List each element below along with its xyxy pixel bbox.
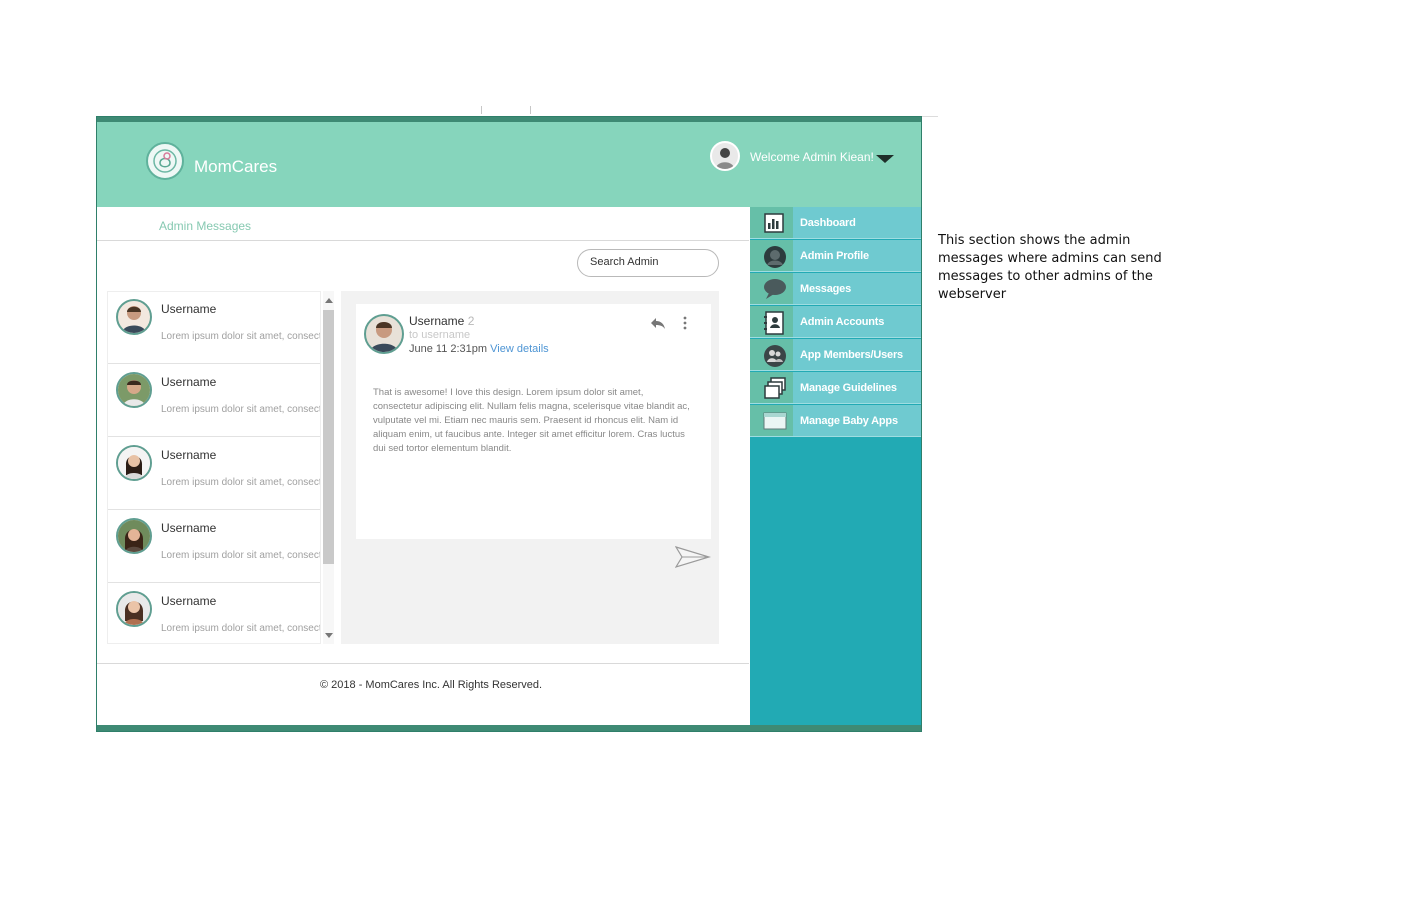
sidebar-label: Manage Guidelines <box>800 382 897 394</box>
contacts-icon <box>764 311 784 335</box>
reply-icon[interactable] <box>650 316 666 335</box>
username: Username <box>161 521 217 535</box>
sender-username: Username <box>409 314 465 328</box>
list-item[interactable]: Username Lorem ipsum dolor sit amet, con… <box>108 511 320 583</box>
side-icon-box <box>750 306 793 337</box>
list-scrollbar[interactable] <box>323 291 334 644</box>
momcares-logo-icon[interactable] <box>146 142 184 180</box>
avatar <box>116 445 152 481</box>
message-panel: Username 2 to username June 11 2:31pm Vi… <box>341 291 719 644</box>
sender-avatar <box>364 314 404 354</box>
username: Username <box>161 375 217 389</box>
sidebar-label: Dashboard <box>800 217 856 229</box>
avatar <box>116 299 152 335</box>
send-icon[interactable] <box>674 545 712 574</box>
avatar <box>116 372 152 408</box>
message-preview: Lorem ipsum dolor sit amet, consectetur <box>161 331 320 342</box>
username: Username <box>161 302 217 316</box>
sidebar-label: Admin Accounts <box>800 316 885 328</box>
side-icon-box <box>750 240 793 271</box>
message-preview: Lorem ipsum dolor sit amet, consectetur <box>161 623 320 634</box>
sidebar-label: App Members/Users <box>800 349 903 361</box>
pages-icon <box>764 377 786 399</box>
footer-text: © 2018 - MomCares Inc. All Rights Reserv… <box>320 679 543 691</box>
side-icon-box <box>750 405 793 436</box>
top-header: MomCares Welcome Admin Kiean! <box>97 117 921 207</box>
sidebar-item-manage-baby-apps[interactable]: Manage Baby Apps <box>750 405 921 437</box>
sidebar-label: Manage Baby Apps <box>800 415 898 427</box>
message-body: That is awesome! I love this design. Lor… <box>373 387 690 454</box>
main-content: Admin Messages Search Admin Username Lor… <box>97 207 749 725</box>
side-icon-box <box>750 207 793 238</box>
conversation-list: Username Lorem ipsum dolor sit amet, con… <box>107 291 321 644</box>
scroll-down-arrow-icon[interactable] <box>325 633 333 638</box>
message-preview: Lorem ipsum dolor sit amet, consectetur <box>161 404 320 415</box>
chevron-down-icon[interactable] <box>876 155 894 163</box>
brand-name[interactable]: MomCares <box>194 157 277 177</box>
avatar <box>116 518 152 554</box>
chat-bubble-icon <box>764 279 786 299</box>
list-item[interactable]: Username Lorem ipsum dolor sit amet, con… <box>108 438 320 510</box>
window-icon <box>763 412 787 430</box>
scroll-up-arrow-icon[interactable] <box>325 298 333 303</box>
view-details-link[interactable]: View details <box>490 343 549 355</box>
more-options-icon[interactable] <box>682 316 688 335</box>
recipient-text: to username <box>409 329 471 341</box>
message-date: June 11 2:31pm <box>409 343 488 355</box>
footer-divider <box>97 663 749 664</box>
sidebar: Dashboard Admin Profile Messages Admin A… <box>750 207 921 725</box>
sidebar-item-messages[interactable]: Messages <box>750 273 921 305</box>
sender-name: Username 2 <box>409 314 474 328</box>
tab-marks <box>481 106 531 114</box>
sidebar-item-manage-guidelines[interactable]: Manage Guidelines <box>750 372 921 404</box>
message-count: 2 <box>467 314 475 328</box>
title-divider <box>97 240 749 241</box>
admin-avatar[interactable] <box>710 141 740 171</box>
message-preview: Lorem ipsum dolor sit amet, consectetur <box>161 550 320 561</box>
page-title: Admin Messages <box>159 219 252 233</box>
message-card: Username 2 to username June 11 2:31pm Vi… <box>356 304 711 539</box>
profile-icon <box>764 246 786 268</box>
sidebar-item-app-members[interactable]: App Members/Users <box>750 339 921 371</box>
group-icon <box>764 345 786 367</box>
list-item[interactable]: Username Lorem ipsum dolor sit amet, con… <box>108 292 320 364</box>
list-item[interactable]: Username Lorem ipsum dolor sit amet, con… <box>108 584 320 643</box>
scroll-thumb[interactable] <box>323 310 334 564</box>
sidebar-label: Admin Profile <box>800 250 869 262</box>
welcome-text[interactable]: Welcome Admin Kiean! <box>750 150 874 164</box>
list-item[interactable]: Username Lorem ipsum dolor sit amet, con… <box>108 365 320 437</box>
sidebar-item-admin-accounts[interactable]: Admin Accounts <box>750 306 921 338</box>
side-icon-box <box>750 339 793 370</box>
side-icon-box <box>750 273 793 304</box>
avatar <box>116 591 152 627</box>
chart-icon <box>764 213 784 233</box>
message-preview: Lorem ipsum dolor sit amet, consectetur <box>161 477 320 488</box>
sidebar-label: Messages <box>800 283 851 295</box>
sidebar-item-dashboard[interactable]: Dashboard <box>750 207 921 239</box>
username: Username <box>161 594 217 608</box>
sidebar-item-admin-profile[interactable]: Admin Profile <box>750 240 921 272</box>
message-meta: June 11 2:31pm View details <box>409 343 549 355</box>
annotation-note: This section shows the admin messages wh… <box>938 233 1162 302</box>
side-icon-box <box>750 372 793 403</box>
search-input[interactable]: Search Admin <box>577 249 719 277</box>
bottom-bar <box>97 725 921 731</box>
username: Username <box>161 448 217 462</box>
